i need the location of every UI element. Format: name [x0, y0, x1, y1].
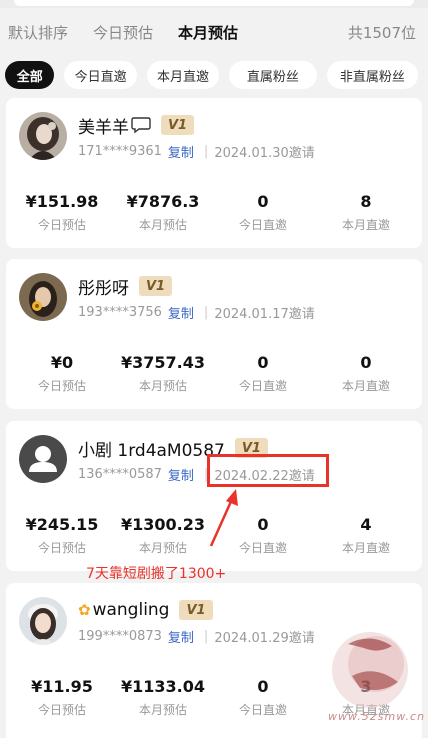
highlight-box	[207, 454, 329, 487]
stats-row: ¥245.15 今日预估 ¥1300.23 本月预估 0 今日直邀 4 本月直邀	[6, 513, 422, 563]
phone-number: 136****0587	[78, 467, 162, 482]
invite-date: 2024.01.30邀请	[214, 146, 315, 161]
invite-date: 2024.01.29邀请	[214, 631, 315, 646]
filter-chip-direct-fans[interactable]: 直属粉丝	[229, 61, 317, 89]
user-name: 小剧 1rd4aM0587	[78, 440, 225, 461]
stats-row: ¥11.95 今日预估 ¥1133.04 本月预估 0 今日直邀 3 本月直邀	[6, 675, 422, 725]
stat-label: 今日直邀	[238, 218, 287, 232]
stat-label: 今日预估	[37, 379, 86, 393]
stat-value: 4	[360, 515, 372, 534]
stat-value: ¥7876.3	[126, 192, 200, 211]
stat-value: ¥1300.23	[120, 515, 205, 534]
flower-icon: ✿	[78, 601, 91, 619]
user-card[interactable]: 彤彤呀 V1 193****3756 复制 | 2024.01.17邀请 ¥0 今…	[6, 259, 422, 409]
avatar	[19, 435, 67, 483]
stat-label: 今日预估	[37, 703, 86, 717]
copy-button[interactable]: 复制	[168, 303, 194, 322]
filter-bar: 全部 今日直邀 本月直邀 直属粉丝 非直属粉丝	[0, 60, 428, 90]
avatar	[19, 273, 67, 321]
user-card[interactable]: 小剧 1rd4aM0587 V1 136****0587 复制 | 2024.0…	[6, 421, 422, 571]
stat-label: 今日预估	[37, 541, 86, 555]
stat-label: 本月直邀	[341, 218, 390, 232]
stat-label: 本月预估	[138, 703, 187, 717]
speech-bubble-icon	[131, 116, 151, 134]
stat-label: 本月直邀	[341, 379, 390, 393]
phone-number: 199****0873	[78, 629, 162, 644]
copy-button[interactable]: 复制	[168, 627, 194, 646]
sort-tab-month[interactable]: 本月预估	[178, 22, 238, 43]
stat-label: 今日直邀	[238, 703, 287, 717]
phone-number: 193****3756	[78, 305, 162, 320]
copy-button[interactable]: 复制	[168, 142, 194, 161]
filter-chip-today-invites[interactable]: 今日直邀	[64, 61, 137, 89]
stats-row: ¥0 今日预估 ¥3757.43 本月预估 0 今日直邀 0 本月直邀	[6, 351, 422, 401]
stat-label: 本月预估	[138, 541, 187, 555]
sort-tab-today[interactable]: 今日预估	[93, 22, 153, 43]
stat-label: 本月直邀	[341, 541, 390, 555]
stats-row: ¥151.98 今日预估 ¥7876.3 本月预估 0 今日直邀 8 本月直邀	[6, 190, 422, 240]
stat-label: 本月直邀	[341, 703, 390, 717]
stat-label: 本月预估	[138, 218, 187, 232]
copy-button[interactable]: 复制	[168, 465, 194, 484]
stat-value: 8	[360, 192, 372, 211]
user-name: 美羊羊	[78, 117, 129, 138]
stat-value: 0	[257, 353, 269, 372]
avatar	[19, 112, 67, 160]
stat-value: ¥1133.04	[120, 677, 205, 696]
stat-value: 0	[360, 353, 372, 372]
filter-chip-all[interactable]: 全部	[5, 61, 55, 89]
top-strip	[0, 0, 428, 8]
filter-chip-month-invites[interactable]: 本月直邀	[146, 61, 220, 89]
phone-number: 171****9361	[78, 144, 162, 159]
stat-label: 今日直邀	[238, 541, 287, 555]
sort-tab-default[interactable]: 默认排序	[8, 22, 68, 43]
stat-label: 今日直邀	[238, 379, 287, 393]
annotation-text: 7天靠短剧搬了1300+	[86, 566, 227, 582]
level-badge: V1	[139, 276, 173, 296]
filter-chip-indirect-fans[interactable]: 非直属粉丝	[326, 61, 418, 89]
stat-value: 0	[257, 515, 269, 534]
sort-bar: 默认排序 今日预估 本月预估 共1507位	[0, 14, 428, 50]
user-name: 彤彤呀	[78, 278, 129, 299]
stat-label: 今日预估	[37, 218, 86, 232]
stat-label: 本月预估	[138, 379, 187, 393]
stat-value: 0	[257, 192, 269, 211]
stat-value: 0	[257, 677, 269, 696]
avatar	[19, 597, 67, 645]
total-count: 共1507位	[347, 23, 416, 42]
level-badge: V1	[161, 115, 195, 135]
user-card[interactable]: 美羊羊 V1 171****9361 复制 | 2024.01.30邀请 ¥15…	[6, 98, 422, 248]
stat-value: ¥3757.43	[120, 353, 205, 372]
stat-value: ¥245.15	[25, 515, 99, 534]
stat-value: ¥0	[50, 353, 74, 372]
stat-value: 3	[360, 677, 372, 696]
invite-date: 2024.01.17邀请	[214, 307, 315, 322]
stat-value: ¥11.95	[31, 677, 93, 696]
stat-value: ¥151.98	[25, 192, 99, 211]
level-badge: V1	[179, 600, 213, 620]
user-card[interactable]: ✿ wangling V1 199****0873 复制 | 2024.01.2…	[6, 583, 422, 738]
user-name: wangling	[92, 600, 170, 620]
